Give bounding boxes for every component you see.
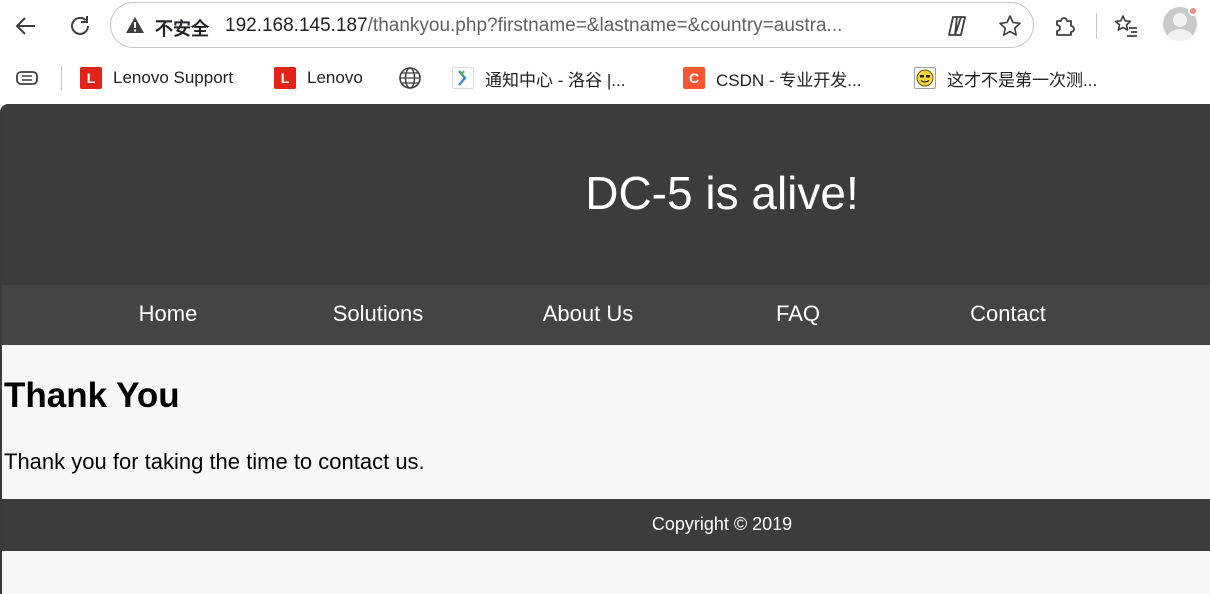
copilot-icon xyxy=(948,16,966,36)
bookmark-lenovo-support[interactable]: L Lenovo Support xyxy=(80,64,233,92)
browser-toolbar: 不安全 192.168.145.187/thankyou.php?firstna… xyxy=(0,0,1210,52)
url-path: /thankyou.php?firstname=&lastname=&count… xyxy=(367,15,843,36)
lenovo-icon: L xyxy=(274,67,296,89)
bookmarks-divider xyxy=(61,66,62,90)
globe-icon xyxy=(399,67,421,89)
site-header: DC-5 is alive! xyxy=(2,104,1210,285)
tab-actions-button[interactable] xyxy=(14,64,40,92)
favorites-list-icon xyxy=(1114,15,1137,37)
security-label[interactable]: 不安全 xyxy=(155,15,209,41)
tab-actions-icon xyxy=(16,71,38,85)
notification-dot xyxy=(1188,6,1198,16)
nav-faq[interactable]: FAQ xyxy=(693,301,903,327)
site-footer: Copyright © 2019 xyxy=(2,499,1210,551)
bookmark-lenovo[interactable]: L Lenovo xyxy=(274,64,363,92)
bookmark-label: 这才不是第一次测... xyxy=(947,70,1098,90)
thank-you-message: Thank you for taking the time to contact… xyxy=(4,449,425,474)
back-arrow-icon xyxy=(15,17,35,35)
address-bar[interactable]: 不安全 192.168.145.187/thankyou.php?firstna… xyxy=(110,2,1034,48)
bookmark-test[interactable]: 这才不是第一次测... xyxy=(914,64,1097,92)
nav-home[interactable]: Home xyxy=(63,301,273,327)
bookmark-label: CSDN - 专业开发... xyxy=(716,70,862,90)
nav-about-us[interactable]: About Us xyxy=(483,301,693,327)
favorite-button[interactable] xyxy=(995,11,1025,41)
lenovo-icon: L xyxy=(80,67,102,89)
extensions-button[interactable] xyxy=(1046,8,1082,44)
toolbar-divider xyxy=(1096,13,1097,39)
luogu-icon xyxy=(452,67,474,89)
bookmark-luogu[interactable]: 通知中心 - 洛谷 |... xyxy=(452,64,625,92)
url-host: 192.168.145.187 xyxy=(225,15,368,36)
web-page: DC-5 is alive! Home Solutions About Us F… xyxy=(0,104,1210,594)
site-title: DC-5 is alive! xyxy=(585,167,859,219)
reload-icon xyxy=(71,16,89,35)
puzzle-icon xyxy=(1056,17,1075,36)
nav-contact[interactable]: Contact xyxy=(903,301,1113,327)
back-button[interactable] xyxy=(8,8,44,44)
star-icon xyxy=(999,15,1021,36)
url-text[interactable]: 192.168.145.187/thankyou.php?firstname=&… xyxy=(225,15,925,37)
bookmark-csdn[interactable]: C CSDN - 专业开发... xyxy=(683,64,861,92)
bookmark-label: Lenovo Support xyxy=(113,68,234,87)
site-nav: Home Solutions About Us FAQ Contact xyxy=(2,285,1210,345)
bookmark-label: Lenovo xyxy=(307,68,363,87)
reload-button[interactable] xyxy=(62,8,98,44)
csdn-icon: C xyxy=(683,67,705,89)
smiley-icon xyxy=(914,67,936,89)
nav-solutions[interactable]: Solutions xyxy=(273,301,483,327)
bookmarks-bar: L Lenovo Support L Lenovo 通知中心 - 洛谷 |...… xyxy=(0,52,1210,104)
favorites-list-button[interactable] xyxy=(1108,8,1144,44)
copyright-text: Copyright © 2019 xyxy=(651,514,793,534)
page-heading: Thank You xyxy=(4,376,180,415)
copilot-button[interactable] xyxy=(943,11,973,41)
bookmark-globe[interactable] xyxy=(398,64,422,92)
bookmark-label: 通知中心 - 洛谷 |... xyxy=(485,70,626,90)
warning-icon xyxy=(126,17,144,33)
